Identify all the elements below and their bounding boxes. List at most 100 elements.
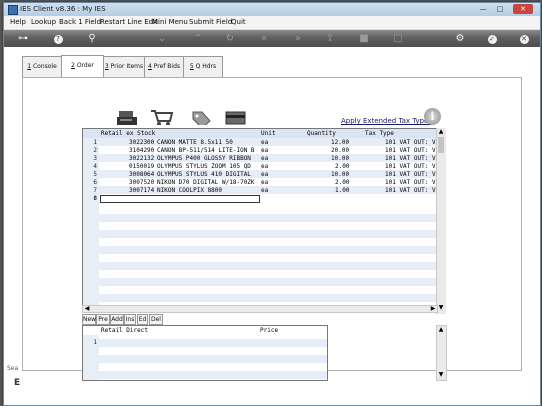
fast-forward-icon[interactable]: » (290, 31, 306, 46)
scroll-right-icon[interactable]: ▶ (429, 305, 437, 313)
menu-restart-line-edit[interactable]: Restart Line Edit (100, 18, 158, 26)
minimize-button[interactable]: — (476, 4, 490, 14)
item-quantity[interactable]: 10.00 (331, 171, 349, 178)
order-items-grid: Retail ex Stock Unit Quantity Tax Type 1… (82, 128, 440, 306)
scroll-down-icon[interactable]: ▼ (437, 304, 445, 312)
header-tax-type: Tax Type (365, 130, 394, 137)
item-code[interactable]: 3104290 (129, 147, 154, 154)
new-row-button[interactable]: New (82, 314, 96, 325)
item-code[interactable]: 3007174 (129, 187, 154, 194)
ok-icon[interactable]: ✓ (484, 31, 500, 46)
tab-order-items[interactable]: 2 Order Items (61, 55, 104, 89)
item-code[interactable]: 0150019 (129, 163, 154, 170)
row-number: 1 (93, 139, 97, 146)
stop-icon[interactable]: ■ (356, 31, 372, 46)
chevron-up-icon[interactable]: ⌃ (190, 31, 206, 46)
previous-row-button[interactable]: Pre (96, 314, 110, 325)
item-tax-type[interactable]: 101 VAT OUT: V (385, 179, 436, 186)
item-tax-type[interactable]: 101 VAT OUT: V (385, 139, 436, 146)
tab-prior-items[interactable]: 3 Prior Items (103, 56, 145, 77)
price-tag-icon[interactable] (190, 109, 212, 125)
delete-row-button[interactable]: Del (149, 314, 163, 325)
blank-icon[interactable]: □ (390, 31, 406, 46)
grid2-vertical-scrollbar[interactable]: ▲ ▼ (436, 325, 447, 381)
scroll-up-icon[interactable]: ▲ (437, 326, 445, 334)
item-tax-type[interactable]: 101 VAT OUT: V (385, 187, 436, 194)
info-icon[interactable]: i (424, 108, 441, 125)
add-row-button[interactable]: Add (110, 314, 124, 325)
side-letter: E (14, 378, 21, 388)
menu-back-1-field[interactable]: Back 1 Field (59, 18, 101, 26)
maximize-button[interactable]: □ (493, 4, 507, 14)
grid-horizontal-scrollbar[interactable]: ◀ ▶ (82, 305, 438, 313)
item-description[interactable]: CANON BP-511/514 LITE-ION B (157, 147, 255, 154)
menu-help[interactable]: Help (10, 18, 26, 26)
retail-direct-grid: Retail Direct Price 1 (82, 325, 328, 381)
item-description[interactable]: OLYMPUS STYLUS 410 DIGITAL (157, 171, 251, 178)
header-retail-direct: Retail Direct (101, 327, 148, 334)
item-description[interactable]: OLYMPUS STYLUS ZOOM 105 QD (157, 163, 251, 170)
row-number: 8 (93, 195, 97, 202)
refresh-icon[interactable]: ↻ (222, 31, 238, 46)
export-icon[interactable]: ⇪ (322, 31, 338, 46)
key-icon[interactable]: ⊶ (12, 31, 34, 46)
scroll-thumb[interactable] (438, 137, 444, 153)
new-item-input[interactable] (100, 195, 260, 203)
close-window-button[interactable]: ✕ (513, 4, 533, 14)
item-quantity[interactable]: 10.00 (331, 155, 349, 162)
scroll-down-icon[interactable]: ▼ (437, 371, 445, 379)
item-tax-type[interactable]: 101 VAT OUT: V (385, 147, 436, 154)
item-code[interactable]: 3022132 (129, 155, 154, 162)
item-description[interactable]: CANON MATTE 8.5x11 50 (157, 139, 233, 146)
item-code[interactable]: 3022300 (129, 139, 154, 146)
item-code[interactable]: 3008064 (129, 171, 154, 178)
tab-pref-bids[interactable]: 4 Pref Bids (144, 56, 184, 77)
item-code[interactable]: 3007520 (129, 179, 154, 186)
apply-extended-tax-types-link[interactable]: Apply Extended Tax Types (341, 117, 432, 125)
item-tax-type[interactable]: 101 VAT OUT: V (385, 163, 436, 170)
header-retail-ex-stock: Retail ex Stock (101, 130, 156, 137)
cash-register-icon[interactable] (117, 109, 139, 125)
edit-row-button[interactable]: Ed (137, 314, 148, 325)
settings-icon[interactable]: ⚙ (452, 31, 468, 46)
row-number: 6 (93, 179, 97, 186)
item-quantity[interactable]: 2.00 (335, 179, 349, 186)
item-description[interactable]: NIKON COOLPIX 8800 (157, 187, 222, 194)
menu-submit-field[interactable]: Submit Field (189, 18, 232, 26)
credit-card-icon[interactable] (225, 109, 247, 125)
menu-mini-menu[interactable]: Mini Menu (152, 18, 188, 26)
item-tax-type[interactable]: 101 VAT OUT: V (385, 155, 436, 162)
item-quantity[interactable]: 1.00 (335, 187, 349, 194)
item-unit[interactable]: ea (261, 163, 268, 170)
item-description[interactable]: NIKON D70 DIGITAL W/18-70ZK (157, 179, 255, 186)
item-unit[interactable]: ea (261, 139, 268, 146)
item-unit[interactable]: ea (261, 171, 268, 178)
shopping-cart-icon[interactable] (150, 109, 174, 125)
item-unit[interactable]: ea (261, 179, 268, 186)
tab-console[interactable]: 1 Console (22, 56, 62, 77)
menu-quit[interactable]: Quit (231, 18, 246, 26)
help-icon[interactable]: ? (50, 31, 66, 46)
app-window: IES Client v8.36 : My IES — □ ✕ Help Loo… (3, 2, 541, 406)
item-unit[interactable]: ea (261, 147, 268, 154)
scroll-up-icon[interactable]: ▲ (437, 128, 445, 136)
item-unit[interactable]: ea (261, 187, 268, 194)
item-description[interactable]: OLYMPUS P400 GLOSSY RIBBON (157, 155, 251, 162)
row-number: 5 (93, 171, 97, 178)
item-unit[interactable]: ea (261, 155, 268, 162)
search-icon[interactable]: ⚲ (84, 31, 100, 46)
item-tax-type[interactable]: 101 VAT OUT: V (385, 171, 436, 178)
rewind-icon[interactable]: « (256, 31, 272, 46)
grid-vertical-scrollbar[interactable]: ▲ ▼ (436, 128, 446, 314)
cancel-icon[interactable]: ✕ (516, 31, 532, 46)
scroll-left-icon[interactable]: ◀ (83, 305, 91, 313)
item-quantity[interactable]: 12.00 (331, 139, 349, 146)
grid-header: Retail ex Stock Unit Quantity Tax Type (83, 129, 439, 138)
app-icon (8, 5, 18, 15)
menu-lookup[interactable]: Lookup (31, 18, 56, 26)
tab-q-hdrs[interactable]: 5 Q Hdrs (183, 56, 223, 77)
chevron-down-icon[interactable]: ⌄ (154, 31, 170, 46)
item-quantity[interactable]: 20.00 (331, 147, 349, 154)
item-quantity[interactable]: 2.00 (335, 163, 349, 170)
insert-row-button[interactable]: Ins (124, 314, 136, 325)
